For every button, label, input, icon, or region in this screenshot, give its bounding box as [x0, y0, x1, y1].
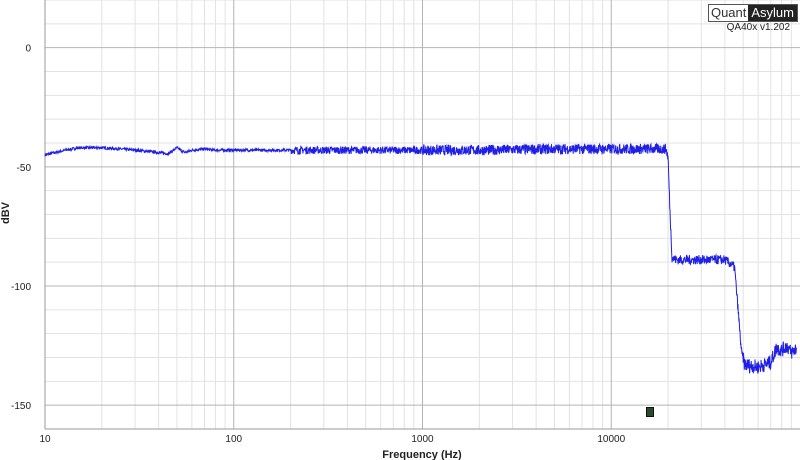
- y-tick-label: 0: [25, 44, 31, 55]
- x-tick-label: 10: [39, 434, 51, 445]
- y-tick-label: -150: [11, 401, 31, 412]
- frequency-marker[interactable]: [646, 407, 654, 417]
- y-tick-labels: 0 -50 -100 -150: [11, 44, 32, 412]
- chart-svg: 0 -50 -100 -150 10 100 1000 10000 Frequency (H…: [0, 0, 800, 460]
- x-axis-label: Frequency (Hz): [382, 449, 462, 460]
- logo-part-quant: Quant: [708, 5, 749, 21]
- x-tick-label: 100: [225, 434, 242, 445]
- y-tick-label: -50: [17, 163, 32, 174]
- y-tick-label: -100: [11, 282, 31, 293]
- x-tick-label: 1000: [411, 434, 434, 445]
- x-tick-labels: 10 100 1000 10000: [39, 434, 625, 445]
- x-tick-label: 10000: [597, 434, 625, 445]
- spectrum-trace: [44, 142, 797, 375]
- quantasylum-logo: Quant Asylum: [707, 4, 798, 22]
- trace-group: [44, 142, 797, 375]
- version-label: QA40x v1.202: [726, 22, 790, 33]
- spectrum-chart: 0 -50 -100 -150 10 100 1000 10000 Frequency (H…: [0, 0, 800, 460]
- y-axis-label: dBV: [0, 201, 12, 224]
- logo-part-asylum: Asylum: [748, 5, 797, 21]
